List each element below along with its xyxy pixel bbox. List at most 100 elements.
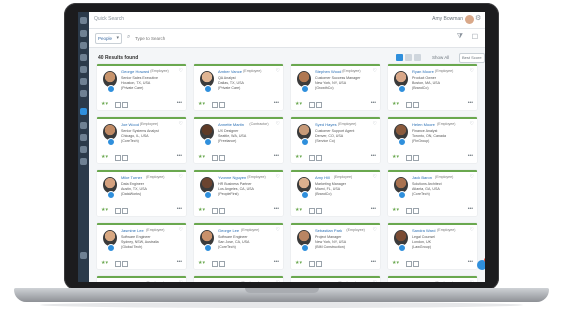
heart-icon[interactable]: ♡ [373,280,377,282]
compare-checkbox[interactable] [413,155,419,161]
select-checkbox[interactable] [406,155,412,161]
more-icon[interactable]: ••• [371,100,376,106]
logout-icon[interactable] [80,252,87,259]
people-icon[interactable] [80,42,87,49]
list-view-icon[interactable] [405,54,412,61]
person-card[interactable]: George Howard (Employee) Senior Sales Exec… [97,64,186,110]
compare-checkbox[interactable] [122,261,128,267]
heart-icon[interactable]: ♡ [276,280,280,282]
filter-icon[interactable]: ⧩ [457,33,463,41]
star-icon[interactable]: ★▾ [101,207,108,213]
search-input[interactable] [135,34,435,42]
star-icon[interactable]: ★▾ [198,101,205,107]
heart-icon[interactable]: ♡ [470,68,474,74]
person-name[interactable]: Yvonne Nguyen [218,175,246,180]
select-checkbox[interactable] [309,261,315,267]
more-icon[interactable]: ••• [274,206,279,212]
heart-icon[interactable]: ♡ [470,121,474,127]
person-card[interactable]: Sebastian Park (Employee) Project Manager N… [291,223,380,269]
settings-nav-icon[interactable] [80,146,87,153]
heart-icon[interactable]: ♡ [373,121,377,127]
search-scope-select[interactable]: People [95,33,122,44]
table-view-icon[interactable] [414,54,421,61]
select-checkbox[interactable] [212,208,218,214]
compare-checkbox[interactable] [122,102,128,108]
heart-icon[interactable]: ♡ [179,68,183,74]
star-nav-icon[interactable] [80,134,87,141]
person-card[interactable]: Amber Vance (Employee) QA Analyst Dallas, T… [194,64,283,110]
person-card[interactable]: Joe Wood (Employee) Senior Systems Analyst… [97,117,186,163]
compare-checkbox[interactable] [219,261,225,267]
person-name[interactable]: Jasmine Lee [121,228,144,233]
compare-checkbox[interactable] [316,155,322,161]
person-card[interactable]: Syed Hayes (Employee) Customer Support Age… [291,117,380,163]
user-name[interactable]: Amy Bowman [432,16,463,22]
compare-checkbox[interactable] [219,102,225,108]
person-name[interactable]: Sandra Ward [412,228,435,233]
help-icon[interactable] [80,158,87,165]
select-checkbox[interactable] [115,261,121,267]
heart-icon[interactable]: ♡ [470,227,474,233]
heart-icon[interactable]: ♡ [276,174,280,180]
person-card[interactable]: Sandra Ward (Employee) Legal Counsel London… [388,223,477,269]
chart-icon[interactable] [80,66,87,73]
more-icon[interactable]: ••• [371,259,376,265]
more-icon[interactable]: ••• [371,153,376,159]
person-card[interactable]: Leo Martin(Employee)♡★▾••• [291,276,380,282]
star-icon[interactable]: ★▾ [198,154,205,160]
person-name[interactable]: George Howard [121,69,149,74]
compare-checkbox[interactable] [413,208,419,214]
select-checkbox[interactable] [212,155,218,161]
heart-icon[interactable]: ♡ [179,227,183,233]
select-checkbox[interactable] [309,208,315,214]
select-checkbox[interactable] [406,208,412,214]
briefcase-icon[interactable] [80,122,87,129]
more-icon[interactable]: ••• [177,100,182,106]
select-checkbox[interactable] [309,155,315,161]
compare-checkbox[interactable] [122,155,128,161]
person-card[interactable]: Jasmine Lee (Employee) Software Engineer Sy… [97,223,186,269]
person-name[interactable]: Amy Hill [315,175,330,180]
person-card[interactable]: Mike Turner (Employee) Data Engineer Austin… [97,170,186,216]
star-icon[interactable]: ★▾ [295,260,302,266]
person-card[interactable]: Amy Hill (Employee) Marketing Manager Miami… [291,170,380,216]
compare-checkbox[interactable] [122,208,128,214]
person-card[interactable]: Chris Adams(Employee)♡★▾••• [97,276,186,282]
person-name[interactable]: Amber Vance [218,69,242,74]
select-checkbox[interactable] [406,102,412,108]
compare-checkbox[interactable] [219,208,225,214]
heart-icon[interactable]: ♡ [276,68,280,74]
more-icon[interactable]: ••• [274,153,279,159]
person-card[interactable]: Nina Green(Employee)♡★▾••• [388,276,477,282]
more-icon[interactable]: ••• [274,259,279,265]
star-icon[interactable]: ★▾ [101,154,108,160]
heart-icon[interactable]: ♡ [373,174,377,180]
person-card[interactable]: Yvonne Nguyen (Employee) HR Business Partn… [194,170,283,216]
compare-checkbox[interactable] [413,261,419,267]
star-icon[interactable]: ★▾ [198,207,205,213]
person-name[interactable]: Syed Hayes [315,122,337,127]
more-icon[interactable]: ••• [274,100,279,106]
heart-icon[interactable]: ♡ [470,280,474,282]
person-card[interactable]: Stephen Wood (Employee) Customer Success M… [291,64,380,110]
sort-select[interactable]: Best Score [459,53,485,63]
person-name[interactable]: Chris Adams [121,281,144,282]
person-name[interactable]: Nina Green [412,281,432,282]
compare-checkbox[interactable] [219,155,225,161]
person-card[interactable]: Kate Brown(Employee)♡★▾••• [194,276,283,282]
star-icon[interactable]: ★▾ [101,101,108,107]
star-icon[interactable]: ★▾ [198,260,205,266]
star-icon[interactable]: ★▾ [295,154,302,160]
more-icon[interactable]: ••• [468,259,473,265]
more-icon[interactable]: ••• [468,100,473,106]
compare-checkbox[interactable] [316,208,322,214]
person-name[interactable]: Sebastian Park [315,228,342,233]
more-icon[interactable]: ••• [468,153,473,159]
heart-icon[interactable]: ♡ [179,174,183,180]
star-icon[interactable]: ★▾ [392,154,399,160]
select-checkbox[interactable] [212,102,218,108]
search-icon[interactable]: ⌕ [127,34,130,41]
heart-icon[interactable]: ♡ [179,280,183,282]
bookmark-icon[interactable]: ☐ [472,33,478,41]
show-all-toggle[interactable]: Show All [432,55,449,60]
